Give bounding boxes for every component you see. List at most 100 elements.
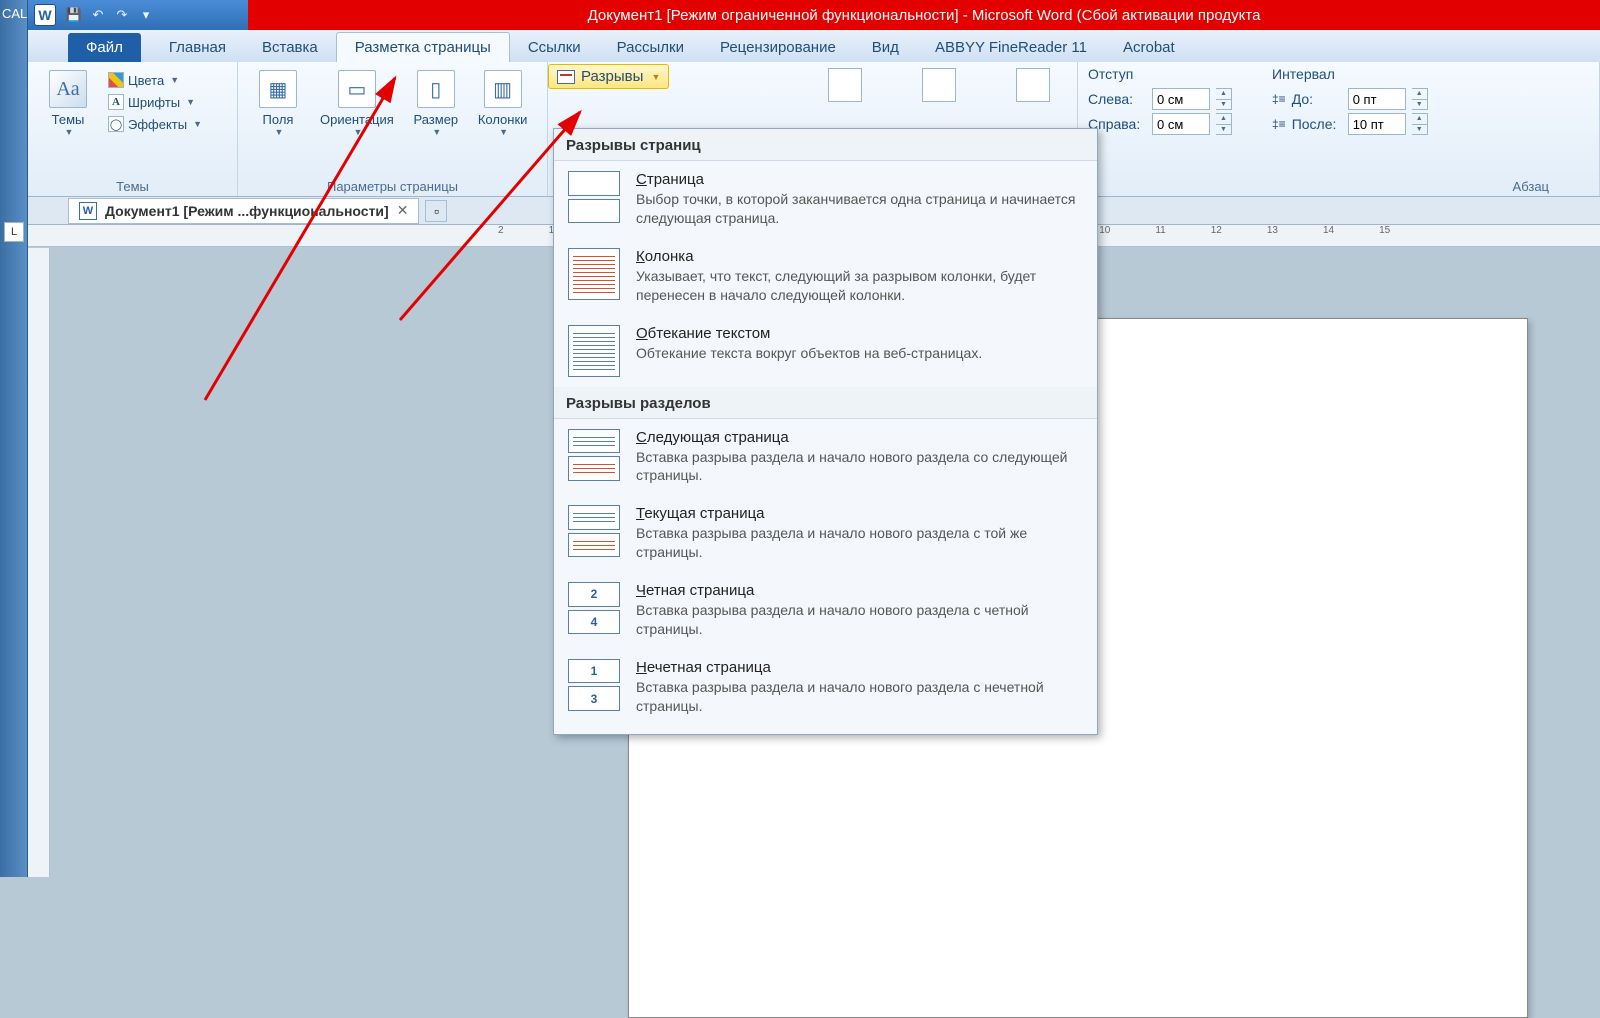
margins-label: Поля [263,112,294,127]
break-option-title: Нечетная страница [636,659,1083,676]
indent-title: Отступ [1088,66,1232,82]
chevron-down-icon: ▼ [65,127,74,137]
effects-label: Эффекты [128,117,187,132]
qat-more[interactable]: ▾ [136,5,156,25]
break-option-desc: Обтекание текста вокруг объектов на веб-… [636,344,1083,363]
tab-references[interactable]: Ссылки [510,33,599,62]
window-title: Документ1 [Режим ограниченной функционал… [248,0,1600,30]
size-button[interactable]: ▯ Размер▼ [406,66,466,194]
break-option-icon [568,429,620,481]
word-app-icon[interactable]: W [34,4,56,26]
tab-mailings[interactable]: Рассылки [599,33,702,62]
document-icon: W [79,202,97,220]
columns-icon: ▥ [484,70,522,108]
spacing-title: Интервал [1272,66,1428,82]
ribbon-tab-bar: Файл Главная Вставка Разметка страницы С… [28,30,1600,62]
breaks-option-2-1[interactable]: Текущая страница Вставка разрыва раздела … [554,495,1097,572]
break-option-desc: Вставка разрыва раздела и начало нового … [636,678,1083,716]
size-icon: ▯ [417,70,455,108]
tab-insert[interactable]: Вставка [244,33,336,62]
tab-file[interactable]: Файл [68,33,141,62]
spacing-after-spinner[interactable]: ▲▼ [1412,113,1428,135]
break-option-icon [568,325,620,377]
spacing-before-input[interactable] [1348,88,1406,110]
tab-view[interactable]: Вид [854,33,917,62]
indent-right-spinner[interactable]: ▲▼ [1216,113,1232,135]
paragraph-group-label: Абзац [1513,179,1549,194]
tab-review[interactable]: Рецензирование [702,33,854,62]
columns-label: Колонки [478,112,528,127]
margins-button[interactable]: ▦ Поля▼ [248,66,308,194]
chevron-down-icon: ▼ [651,72,660,82]
vertical-ruler[interactable] [28,248,50,877]
breaks-option-2-2[interactable]: 24 Четная страница Вставка разрыва раздела… [554,572,1097,649]
page-color-icon[interactable] [922,68,956,102]
themes-label: Темы [52,112,85,127]
save-button[interactable]: 💾 [64,5,84,25]
redo-button[interactable]: ↷ [112,5,132,25]
themes-icon: Aa [49,70,87,108]
fonts-label: Шрифты [128,95,180,110]
breaks-option-1-0[interactable]: Страница Выбор точки, в которой заканчива… [554,161,1097,238]
chevron-down-icon: ▼ [193,119,202,129]
break-option-title: Четная страница [636,582,1083,599]
left-app-label: CAL [0,0,27,27]
breaks-label: Разрывы [581,68,643,85]
theme-effects-button[interactable]: ◯Эффекты▼ [104,114,206,134]
tab-home[interactable]: Главная [151,33,244,62]
break-option-icon: 24 [568,582,620,634]
breaks-option-2-3[interactable]: 13 Нечетная страница Вставка разрыва разде… [554,649,1097,726]
break-option-desc: Вставка разрыва раздела и начало нового … [636,524,1083,562]
document-tab-label: Документ1 [Режим ...функциональности] [105,203,389,219]
page-setup-group-label: Параметры страницы [238,179,547,194]
tab-acrobat[interactable]: Acrobat [1105,33,1193,62]
watermark-icon[interactable] [828,68,862,102]
break-option-title: Следующая страница [636,429,1083,446]
close-document-button[interactable]: ✕ [397,202,409,219]
chevron-down-icon: ▼ [353,127,362,137]
spacing-after-input[interactable] [1348,113,1406,135]
break-option-desc: Выбор точки, в которой заканчивается одн… [636,190,1083,228]
breaks-option-1-2[interactable]: Обтекание текстомОбтекание текста вокруг… [554,315,1097,387]
new-document-tab[interactable]: ▫ [425,200,447,222]
document-tab[interactable]: W Документ1 [Режим ...функциональности] … [68,198,419,224]
orientation-label: Ориентация [320,112,394,127]
breaks-button[interactable]: Разрывы ▼ [548,64,669,89]
breaks-option-1-1[interactable]: Колонка Указывает, что текст, следующий з… [554,238,1097,315]
breaks-icon [557,70,575,84]
chevron-down-icon: ▼ [186,97,195,107]
size-label: Размер [413,112,458,127]
left-app-strip: CAL [0,0,28,877]
margins-icon: ▦ [259,70,297,108]
spacing-before-label: До: [1292,91,1342,107]
tab-page-layout[interactable]: Разметка страницы [336,32,510,62]
page-borders-icon[interactable] [1016,68,1050,102]
chevron-down-icon: ▼ [432,127,441,137]
chevron-down-icon: ▼ [170,75,179,85]
columns-button[interactable]: ▥Колонки▼ [472,66,534,194]
themes-button[interactable]: Aa Темы ▼ [38,66,98,194]
break-option-icon: 13 [568,659,620,711]
spacing-after-label: После: [1292,116,1342,132]
break-option-title: Страница [636,171,1083,188]
theme-fonts-button[interactable]: AШрифты▼ [104,92,206,112]
orientation-button[interactable]: ▭ Ориентация▼ [314,66,400,194]
indent-left-input[interactable] [1152,88,1210,110]
theme-colors-button[interactable]: Цвета▼ [104,70,206,90]
chevron-down-icon: ▼ [275,127,284,137]
indent-right-input[interactable] [1152,113,1210,135]
break-option-desc: Вставка разрыва раздела и начало нового … [636,601,1083,639]
orientation-icon: ▭ [338,70,376,108]
break-option-desc: Указывает, что текст, следующий за разры… [636,267,1083,305]
spacing-before-spinner[interactable]: ▲▼ [1412,88,1428,110]
undo-button[interactable]: ↶ [88,5,108,25]
break-option-title: Колонка [636,248,1083,265]
tab-finereader[interactable]: ABBYY FineReader 11 [917,33,1105,62]
indent-left-spinner[interactable]: ▲▼ [1216,88,1232,110]
themes-group-label: Темы [28,179,237,194]
breaks-option-2-0[interactable]: Следующая страница Вставка разрыва раздел… [554,419,1097,496]
break-option-title: Текущая страница [636,505,1083,522]
colors-icon [108,72,124,88]
tab-selector[interactable]: L [4,222,24,242]
break-option-desc: Вставка разрыва раздела и начало нового … [636,448,1083,486]
